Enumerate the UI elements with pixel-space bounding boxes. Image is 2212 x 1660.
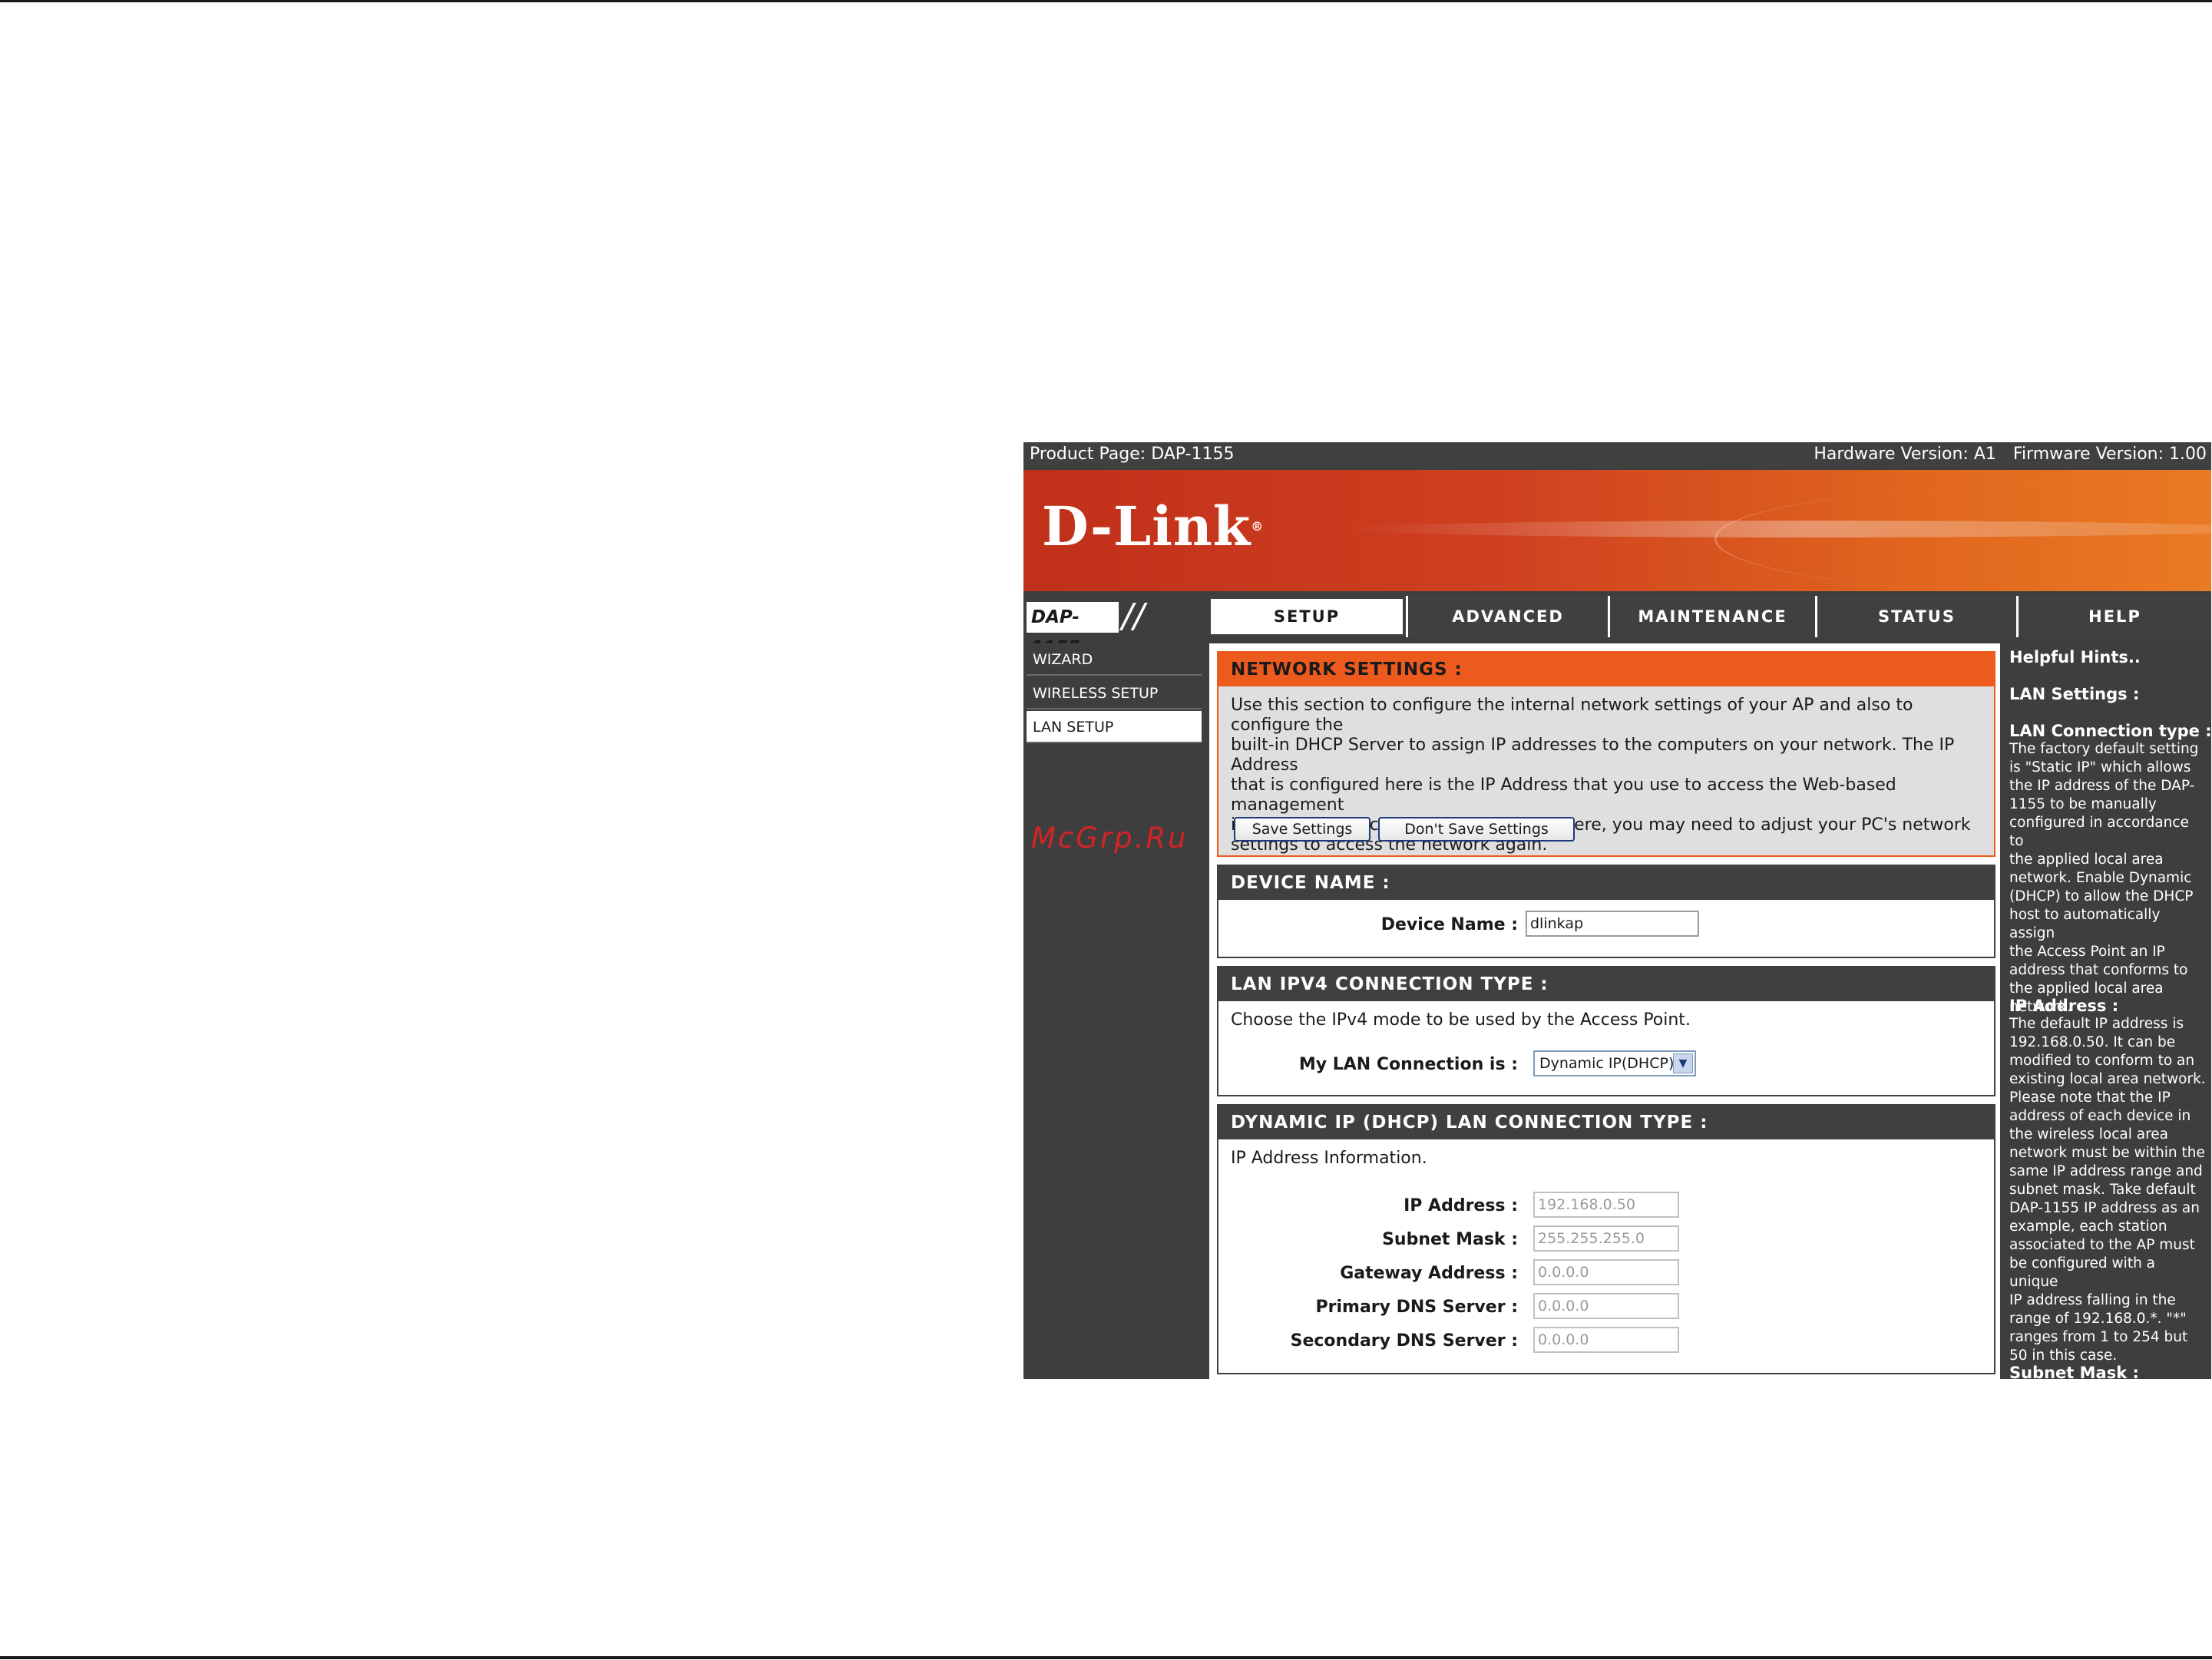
sidebar-item-wizard[interactable]: WIZARD xyxy=(1027,643,1202,676)
primary-dns-label: Primary DNS Server : xyxy=(1315,1298,1519,1317)
description-line: built-in DHCP Server to assign IP addres… xyxy=(1231,736,1955,775)
product-page-label: Product Page: DAP-1155 xyxy=(1030,445,1235,464)
help-line: range of 192.168.0.*. "*" xyxy=(2009,1311,2187,1327)
help-conn-type-title: LAN Connection type : xyxy=(2009,722,2211,740)
device-name-title: DEVICE NAME : xyxy=(1218,866,1994,900)
help-line: is "Static IP" which allows xyxy=(2009,759,2191,775)
help-line: IP address falling in the xyxy=(2009,1292,2176,1308)
help-title: Helpful Hints.. xyxy=(2009,648,2141,666)
dlink-logo: D-Link® xyxy=(1042,496,1264,557)
tab-advanced[interactable]: ADVANCED xyxy=(1406,596,1608,637)
help-conn-type-text: The factory default setting is "Static I… xyxy=(2009,740,2207,1017)
help-line: the wireless local area xyxy=(2009,1126,2169,1142)
dynamic-ip-description: IP Address Information. xyxy=(1231,1149,1427,1168)
tab-maintenance[interactable]: MAINTENANCE xyxy=(1608,596,1815,637)
help-line: network. Enable Dynamic xyxy=(2009,870,2192,886)
page-top-rule xyxy=(0,0,2212,2)
help-line: address that conforms to xyxy=(2009,962,2188,978)
subnet-mask-input[interactable]: 255.255.255.0 xyxy=(1533,1225,1679,1252)
top-info-bar: Product Page: DAP-1155 Hardware Version:… xyxy=(1023,442,2211,467)
ip-address-label: IP Address : xyxy=(1404,1196,1518,1215)
save-settings-button[interactable]: Save Settings xyxy=(1234,817,1371,842)
help-line: same IP address range and xyxy=(2009,1163,2203,1179)
help-line: DAP-1155 IP address as an xyxy=(2009,1200,2200,1216)
hardware-version: Hardware Version: A1 xyxy=(1814,445,1996,464)
slashes-icon: // xyxy=(1122,597,1145,636)
description-line: Use this section to configure the intern… xyxy=(1231,696,1913,735)
page-bottom-rule xyxy=(0,1656,2212,1659)
network-settings-title: NETWORK SETTINGS : xyxy=(1218,653,1994,686)
network-settings-section: NETWORK SETTINGS : Use this section to c… xyxy=(1217,651,1995,857)
device-name-section: DEVICE NAME : Device Name : dlinkap xyxy=(1217,865,1995,958)
model-badge: DAP-1155 // xyxy=(1023,596,1205,658)
primary-dns-input[interactable]: 0.0.0.0 xyxy=(1533,1293,1679,1319)
dont-save-settings-button[interactable]: Don't Save Settings xyxy=(1378,817,1575,842)
watermark: McGrp.Ru xyxy=(1031,822,1189,855)
registered-mark-icon: ® xyxy=(1251,519,1265,534)
lan-connection-label: My LAN Connection is : xyxy=(1298,1055,1518,1074)
dlink-logo-text: D-Link xyxy=(1042,494,1251,558)
banner-swoosh-arc xyxy=(1714,485,2211,591)
ip-address-input[interactable]: 192.168.0.50 xyxy=(1533,1192,1679,1218)
secondary-dns-input[interactable]: 0.0.0.0 xyxy=(1533,1327,1679,1353)
lan-ipv4-section: LAN IPV4 CONNECTION TYPE : Choose the IP… xyxy=(1217,966,1995,1096)
help-line: 50 in this case. xyxy=(2009,1348,2118,1364)
lan-connection-select[interactable]: Dynamic IP(DHCP) ▼ xyxy=(1533,1050,1696,1076)
router-admin-page: Product Page: DAP-1155 Hardware Version:… xyxy=(1023,442,2211,1379)
help-line: be configured with a unique xyxy=(2009,1255,2156,1290)
help-ip-title: IP Address : xyxy=(2009,997,2119,1015)
gateway-address-input[interactable]: 0.0.0.0 xyxy=(1533,1259,1679,1285)
subnet-mask-label: Subnet Mask : xyxy=(1382,1230,1518,1249)
help-ip-text: The default IP address is 192.168.0.50. … xyxy=(2009,1015,2207,1365)
description-line: that is configured here is the IP Addres… xyxy=(1231,775,1896,815)
lan-ipv4-title: LAN IPV4 CONNECTION TYPE : xyxy=(1218,967,1994,1001)
help-line: the IP address of the DAP- xyxy=(2009,778,2195,794)
help-subnet-title: Subnet Mask : xyxy=(2009,1364,2139,1379)
version-info: Hardware Version: A1 Firmware Version: 1.… xyxy=(1814,442,2207,467)
banner-swoosh-line xyxy=(1346,521,2211,537)
help-line: ranges from 1 to 254 but xyxy=(2009,1329,2188,1345)
secondary-dns-label: Secondary DNS Server : xyxy=(1290,1331,1518,1351)
main-nav: DAP-1155 // SETUP ADVANCED MAINTENANCE S… xyxy=(1023,596,2211,658)
help-line: the Access Point an IP xyxy=(2009,944,2165,960)
tab-status[interactable]: STATUS xyxy=(1815,596,2016,637)
sidebar-item-wireless-setup[interactable]: WIRELESS SETUP xyxy=(1027,677,1202,709)
help-line: example, each station xyxy=(2009,1219,2167,1235)
sidebar-item-lan-setup[interactable]: LAN SETUP xyxy=(1027,711,1202,743)
help-line: host to automatically assign xyxy=(2009,907,2161,941)
firmware-version: Firmware Version: 1.00 xyxy=(2012,445,2207,464)
help-line: associated to the AP must xyxy=(2009,1237,2195,1253)
main-content: NETWORK SETTINGS : Use this section to c… xyxy=(1209,643,2000,1379)
chevron-down-icon[interactable]: ▼ xyxy=(1673,1053,1693,1073)
help-line: the applied local area xyxy=(2009,980,2164,997)
help-line: address of each device in xyxy=(2009,1108,2191,1124)
help-line: (DHCP) to allow the DHCP xyxy=(2009,888,2194,904)
help-line: the applied local area xyxy=(2009,851,2164,868)
help-line: subnet mask. Take default xyxy=(2009,1182,2196,1198)
dlink-banner: D-Link® xyxy=(1023,470,2211,591)
help-line: The default IP address is xyxy=(2009,1016,2184,1032)
help-line: 192.168.0.50. It can be xyxy=(2009,1034,2176,1050)
tab-setup[interactable]: SETUP xyxy=(1208,596,1406,637)
help-line: existing local area network. xyxy=(2009,1071,2206,1087)
help-line: 1155 to be manually xyxy=(2009,796,2157,812)
lan-connection-selected: Dynamic IP(DHCP) xyxy=(1539,1055,1675,1072)
help-line: configured in accordance to xyxy=(2009,815,2189,849)
help-line: Please note that the IP xyxy=(2009,1090,2171,1106)
lan-ipv4-description: Choose the IPv4 mode to be used by the A… xyxy=(1231,1010,1691,1030)
device-name-label: Device Name : xyxy=(1380,915,1518,934)
model-name: DAP-1155 xyxy=(1027,602,1119,658)
device-name-input[interactable]: dlinkap xyxy=(1526,911,1699,937)
helpful-hints-panel: Helpful Hints.. LAN Settings : LAN Conne… xyxy=(2005,643,2211,1379)
gateway-address-label: Gateway Address : xyxy=(1340,1264,1518,1283)
sidebar: WIZARD WIRELESS SETUP LAN SETUP McGrp.Ru xyxy=(1023,643,1205,1379)
help-lan-settings-title: LAN Settings : xyxy=(2009,685,2140,703)
dynamic-ip-title: DYNAMIC IP (DHCP) LAN CONNECTION TYPE : xyxy=(1218,1106,1994,1139)
tab-help[interactable]: HELP xyxy=(2016,596,2211,637)
help-line: network must be within the xyxy=(2009,1145,2205,1161)
dynamic-ip-section: DYNAMIC IP (DHCP) LAN CONNECTION TYPE : … xyxy=(1217,1104,1995,1374)
help-line: The factory default setting xyxy=(2009,741,2199,757)
help-line: modified to conform to an xyxy=(2009,1053,2195,1069)
